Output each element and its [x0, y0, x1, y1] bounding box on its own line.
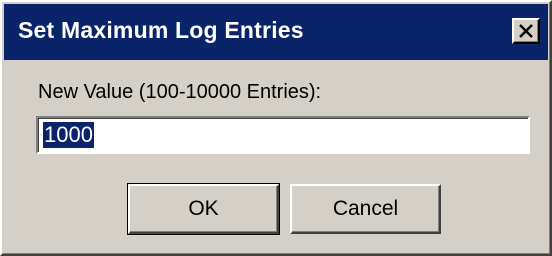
cancel-button[interactable]: Cancel — [290, 184, 441, 234]
value-text-selected: 1000 — [43, 122, 94, 148]
value-input[interactable]: 1000 — [36, 116, 530, 154]
prompt-label: New Value (100-10000 Entries): — [38, 81, 322, 103]
close-icon — [519, 24, 533, 38]
ok-button[interactable]: OK — [127, 183, 280, 235]
dialog-window: Set Maximum Log Entries New Value (100-1… — [0, 0, 552, 256]
window-title: Set Maximum Log Entries — [18, 17, 304, 43]
close-button[interactable] — [512, 18, 540, 44]
title-bar[interactable]: Set Maximum Log Entries — [4, 4, 548, 60]
